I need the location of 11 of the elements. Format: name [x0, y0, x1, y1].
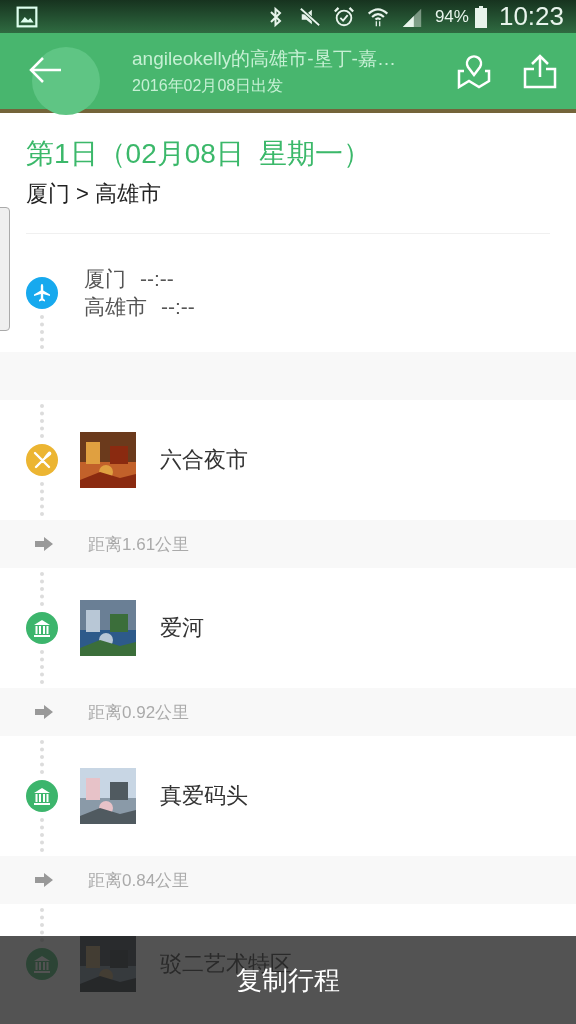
clock-text: 10:23: [498, 1, 564, 33]
flight-stop: 高雄市 --:--: [84, 294, 195, 320]
distance-text: 距离1.61公里: [88, 533, 190, 556]
trip-title: angileokelly的高雄市-垦丁-嘉…: [132, 46, 396, 71]
distance-text: 距离0.84公里: [88, 869, 190, 892]
battery-text: 94%: [434, 6, 469, 27]
distance-text: 距离0.92公里: [88, 701, 190, 724]
flight-stop: 厦门 --:--: [84, 266, 175, 292]
day-heading: 第1日（02月08日 星期一）: [26, 137, 373, 171]
day-route: 厦门 > 高雄市: [26, 180, 163, 208]
trip-date: 2016年02月08日出发: [132, 75, 284, 96]
